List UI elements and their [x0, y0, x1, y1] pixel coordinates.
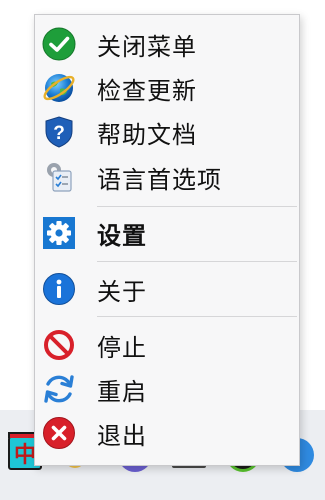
- exit-icon: [42, 416, 76, 450]
- globe-update-icon: [42, 71, 76, 105]
- gear-icon: [42, 216, 76, 250]
- menu-item-help-docs[interactable]: ? 帮助文档: [35, 112, 299, 152]
- menu-item-close-menu[interactable]: 关闭菜单: [35, 24, 299, 64]
- menu-item-label: 退出: [97, 421, 147, 450]
- menu-separator: [97, 316, 297, 317]
- menu-separator: [97, 261, 297, 262]
- svg-text:?: ?: [53, 123, 65, 144]
- check-circle-icon: [42, 27, 76, 61]
- menu-item-label: 帮助文档: [97, 120, 197, 149]
- info-icon: [42, 272, 76, 306]
- menu-item-label: 检查更新: [97, 76, 197, 105]
- menu-item-label: 关闭菜单: [97, 32, 197, 61]
- menu-item-stop[interactable]: 停止: [35, 325, 299, 365]
- menu-item-label: 设置: [97, 221, 147, 250]
- menu-item-label: 语言首选项: [97, 165, 222, 194]
- menu-item-restart[interactable]: 重启: [35, 369, 299, 409]
- menu-item-check-update[interactable]: 检查更新: [35, 68, 299, 108]
- menu-item-language-preferences[interactable]: 语言首选项: [35, 157, 299, 197]
- stop-icon: [42, 328, 76, 362]
- menu-item-about[interactable]: 关于: [35, 269, 299, 309]
- menu-item-settings[interactable]: 设置: [35, 213, 299, 253]
- screen: 中 关闭菜单 检查更新 ? 帮助文档 语言首选项 设置 关于 停止 重启 退出: [0, 0, 325, 500]
- tray-context-menu: 关闭菜单 检查更新 ? 帮助文档 语言首选项 设置 关于 停止 重启 退出: [34, 14, 300, 466]
- menu-item-label: 关于: [97, 277, 147, 306]
- menu-item-label: 重启: [97, 377, 147, 406]
- help-shield-icon: ?: [42, 115, 76, 149]
- language-preferences-icon: [42, 160, 76, 194]
- menu-item-label: 停止: [97, 333, 147, 362]
- ime-glyph: 中: [13, 443, 36, 468]
- menu-separator: [97, 206, 297, 207]
- menu-item-exit[interactable]: 退出: [35, 413, 299, 453]
- restart-icon: [42, 372, 76, 406]
